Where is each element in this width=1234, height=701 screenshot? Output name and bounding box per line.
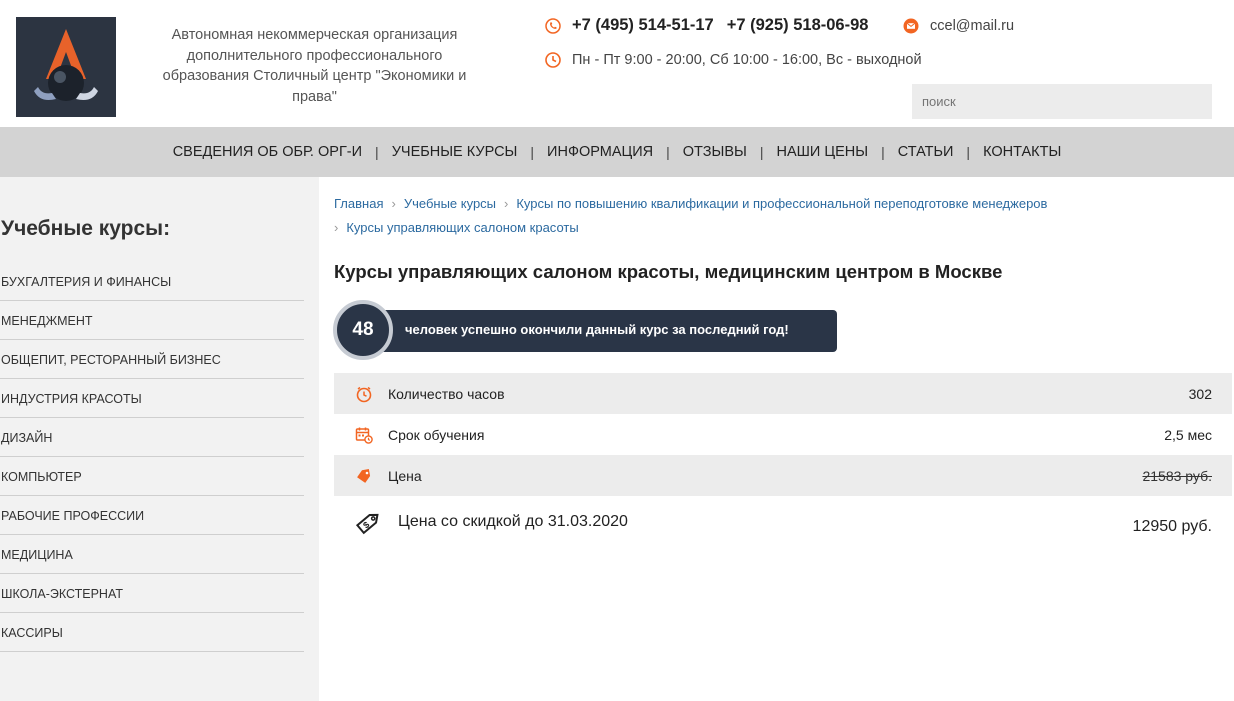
info-label: Срок обучения <box>388 426 485 443</box>
sidebar: Учебные курсы: БУХГАЛТЕРИЯ И ФИНАНСЫ МЕН… <box>0 177 319 701</box>
info-row-hours: Количество часов 302 <box>334 373 1232 414</box>
clock-icon <box>545 52 561 68</box>
info-label: Количество часов <box>388 385 505 402</box>
info-label: Цена со скидкой до 31.03.2020 <box>398 513 628 530</box>
sidebar-item-accounting[interactable]: БУХГАЛТЕРИЯ И ФИНАНСЫ <box>0 262 304 301</box>
hours-row: Пн - Пт 9:00 - 20:00, Сб 10:00 - 16:00, … <box>545 52 922 68</box>
calendar-icon <box>354 425 374 445</box>
nav-item-info[interactable]: ИНФОРМАЦИЯ <box>547 144 653 160</box>
info-value: 302 <box>1188 385 1212 402</box>
discount-tag-icon: $ <box>354 507 384 537</box>
sidebar-item-computer[interactable]: КОМПЬЮТЕР <box>0 457 304 496</box>
course-info-table: Количество часов 302 Срок обучения 2,5 м… <box>334 373 1232 548</box>
mail-icon <box>903 18 919 34</box>
graduates-text: человек успешно окончили данный курс за … <box>405 322 789 337</box>
sidebar-item-trades[interactable]: РАБОЧИЕ ПРОФЕССИИ <box>0 496 304 535</box>
sidebar-item-management[interactable]: МЕНЕДЖМЕНТ <box>0 301 304 340</box>
breadcrumb-current[interactable]: Курсы управляющих салоном красоты <box>346 220 578 235</box>
sidebar-item-catering[interactable]: ОБЩЕПИТ, РЕСТОРАННЫЙ БИЗНЕС <box>0 340 304 379</box>
graduates-badge: человек успешно окончили данный курс за … <box>333 300 837 360</box>
info-row-duration: Срок обучения 2,5 мес <box>334 414 1232 455</box>
info-row-price: Цена 21583 руб. <box>334 455 1232 496</box>
sidebar-title: Учебные курсы: <box>1 217 171 240</box>
search-input[interactable] <box>912 84 1212 119</box>
breadcrumb-separator: › <box>504 196 509 211</box>
phone-row: +7 (495) 514-51-17 +7 (925) 518-06-98 <box>545 16 881 35</box>
nav-separator: | <box>530 144 535 160</box>
sidebar-item-school[interactable]: ШКОЛА-ЭКСТЕРНАТ <box>0 574 304 613</box>
org-name: Автономная некоммерческая организация до… <box>162 27 467 105</box>
nav-separator: | <box>881 144 885 160</box>
page-title: Курсы управляющих салоном красоты, медиц… <box>334 261 1003 282</box>
nav-item-courses[interactable]: УЧЕБНЫЕ КУРСЫ <box>392 144 518 160</box>
nav-separator: | <box>966 144 971 160</box>
clock-icon <box>354 384 374 404</box>
price-tag-icon <box>354 466 374 486</box>
phone-icon <box>545 17 561 34</box>
sidebar-item-medicine[interactable]: МЕДИЦИНА <box>0 535 304 574</box>
nav-separator: | <box>375 144 379 160</box>
sidebar-item-beauty[interactable]: ИНДУСТРИЯ КРАСОТЫ <box>0 379 304 418</box>
info-value-old-price: 21583 руб. <box>1142 467 1212 484</box>
info-value: 2,5 мес <box>1164 426 1212 443</box>
breadcrumb-managers[interactable]: Курсы по повышению квалификации и профес… <box>516 196 1047 211</box>
info-label: Цена <box>388 467 422 484</box>
sidebar-item-design[interactable]: ДИЗАЙН <box>0 418 304 457</box>
nav-item-contacts[interactable]: КОНТАКТЫ <box>983 144 1061 160</box>
breadcrumb-separator: › <box>391 196 396 211</box>
email-link[interactable]: ccel@mail.ru <box>930 18 1014 34</box>
main-nav: СВЕДЕНИЯ ОБ ОБР. ОРГ-И | УЧЕБНЫЕ КУРСЫ |… <box>0 127 1234 177</box>
sidebar-list: БУХГАЛТЕРИЯ И ФИНАНСЫ МЕНЕДЖМЕНТ ОБЩЕПИТ… <box>0 262 304 652</box>
phone-2-link[interactable]: +7 (925) 518-06-98 <box>727 16 869 35</box>
info-row-discount: $ Цена со скидкой до 31.03.2020 12950 ру… <box>334 496 1232 548</box>
breadcrumb-separator: › <box>334 220 339 235</box>
info-value-discount-price: 12950 руб. <box>1132 518 1212 535</box>
sidebar-item-cashiers[interactable]: КАССИРЫ <box>0 613 304 652</box>
nav-item-reviews[interactable]: ОТЗЫВЫ <box>683 144 747 160</box>
site-logo[interactable] <box>16 17 116 117</box>
phone-1-link[interactable]: +7 (495) 514-51-17 <box>572 16 714 35</box>
nav-separator: | <box>759 144 764 160</box>
breadcrumb: Главная › Учебные курсы › Курсы по повышению… <box>334 192 1214 240</box>
email-row: ccel@mail.ru <box>903 18 1014 34</box>
nav-item-articles[interactable]: СТАТЬИ <box>898 144 954 160</box>
nav-item-prices[interactable]: НАШИ ЦЕНЫ <box>776 144 868 160</box>
nav-item-svedeniya[interactable]: СВЕДЕНИЯ ОБ ОБР. ОРГ-И <box>173 144 362 160</box>
work-hours: Пн - Пт 9:00 - 20:00, Сб 10:00 - 16:00, … <box>572 52 922 68</box>
breadcrumb-home[interactable]: Главная <box>334 196 383 211</box>
site-header: Автономная некоммерческая организация до… <box>0 0 1234 127</box>
graduates-count: 48 <box>333 300 393 360</box>
breadcrumb-courses[interactable]: Учебные курсы <box>404 196 496 211</box>
nav-separator: | <box>666 144 670 160</box>
